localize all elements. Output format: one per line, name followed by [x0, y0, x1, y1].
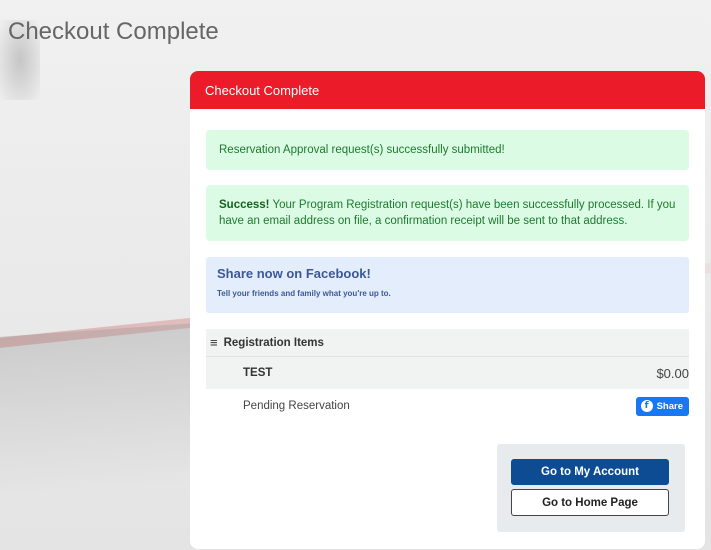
table-row: Pending Reservation f Share — [206, 389, 689, 423]
facebook-share-title: Share now on Facebook! — [217, 266, 371, 281]
facebook-share-button[interactable]: f Share — [635, 396, 689, 416]
registration-items-table: ≡ Registration Items TEST $0.00 Pending … — [206, 329, 689, 423]
item-name: TEST — [243, 367, 273, 379]
registration-items-title: Registration Items — [223, 336, 324, 349]
success-alert: Success! Your Program Registration reque… — [206, 185, 689, 241]
item-price: $0.00 — [656, 365, 689, 381]
panel-header: Checkout Complete — [190, 71, 705, 109]
success-text: Your Program Registration request(s) hav… — [219, 199, 676, 227]
go-to-my-account-button[interactable]: Go to My Account — [511, 459, 669, 485]
facebook-icon: f — [640, 400, 653, 412]
facebook-share-box: Share now on Facebook! Tell your friends… — [206, 257, 689, 313]
registration-items-header: ≡ Registration Items — [206, 329, 689, 357]
go-to-home-page-button[interactable]: Go to Home Page — [511, 489, 669, 516]
table-row: TEST $0.00 — [206, 357, 689, 389]
facebook-share-subtitle: Tell your friends and family what you're… — [217, 289, 391, 298]
facebook-share-label: Share — [656, 400, 683, 412]
action-buttons: Go to My Account Go to Home Page — [497, 444, 685, 532]
checkout-panel: Checkout Complete Reservation Approval r… — [190, 71, 705, 549]
reservation-alert: Reservation Approval request(s) successf… — [206, 130, 689, 170]
success-label: Success! — [219, 199, 270, 211]
item-status: Pending Reservation — [243, 400, 350, 412]
menu-icon: ≡ — [210, 335, 218, 350]
reservation-alert-text: Reservation Approval request(s) successf… — [219, 144, 505, 156]
page-title: Checkout Complete — [8, 18, 219, 45]
